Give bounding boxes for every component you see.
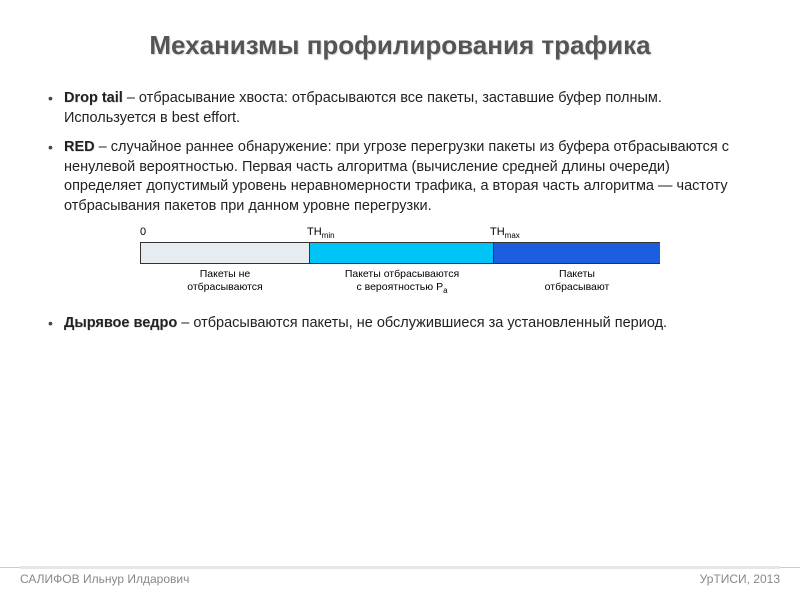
bullet-item: RED – случайное раннее обнаружение: при … bbox=[48, 138, 752, 216]
caption-line: с вероятностью P bbox=[356, 281, 443, 293]
bullet-item: Дырявое ведро – отбрасываются пакеты, не… bbox=[48, 314, 752, 334]
caption-full-drop: Пакеты отбрасывают bbox=[494, 268, 660, 295]
caption-prob-drop: Пакеты отбрасываются с вероятностью Pa bbox=[310, 268, 494, 295]
diagram-bar bbox=[140, 242, 660, 264]
label-thmax: THmax bbox=[490, 226, 520, 240]
bullet-item: Drop tail – отбрасывание хвоста: отбрасы… bbox=[48, 89, 752, 128]
bullet-term: RED bbox=[64, 139, 95, 155]
caption-line: отбрасываются bbox=[187, 281, 262, 293]
slide-footer: САЛИФОВ Ильнур Илдарович УрТИСИ, 2013 bbox=[0, 567, 800, 586]
red-diagram: 0 THmin THmax Пакеты не отбрасываются Па… bbox=[140, 226, 660, 295]
caption-no-drop: Пакеты не отбрасываются bbox=[140, 268, 310, 295]
caption-line: Пакеты не bbox=[200, 268, 251, 280]
footer-author: САЛИФОВ Ильнур Илдарович bbox=[20, 572, 189, 586]
diagram-bottom-labels: Пакеты не отбрасываются Пакеты отбрасыва… bbox=[140, 268, 660, 295]
thmin-sub: min bbox=[322, 232, 335, 241]
caption-line: Пакеты отбрасываются bbox=[345, 268, 459, 280]
bullet-text: – отбрасываются пакеты, не обслужившиеся… bbox=[177, 315, 667, 331]
thmax-prefix: TH bbox=[490, 226, 505, 238]
slide: Механизмы профилирования трафика Drop ta… bbox=[0, 0, 800, 600]
segment-full-drop bbox=[494, 243, 660, 263]
thmin-prefix: TH bbox=[307, 226, 322, 238]
caption-line: Пакеты bbox=[559, 268, 595, 280]
segment-no-drop bbox=[140, 243, 310, 263]
bullet-text: – случайное раннее обнаружение: при угро… bbox=[64, 139, 729, 214]
bullet-list: Drop tail – отбрасывание хвоста: отбрасы… bbox=[48, 89, 752, 216]
bullet-text: – отбрасывание хвоста: отбрасываются все… bbox=[64, 90, 662, 126]
footer-org: УрТИСИ, 2013 bbox=[700, 572, 780, 586]
caption-line: отбрасывают bbox=[545, 281, 610, 293]
caption-sub: a bbox=[443, 286, 447, 295]
bullet-term: Drop tail bbox=[64, 90, 123, 106]
diagram-top-labels: 0 THmin THmax bbox=[140, 226, 660, 242]
bullet-list: Дырявое ведро – отбрасываются пакеты, не… bbox=[48, 314, 752, 334]
slide-title: Механизмы профилирования трафика bbox=[48, 30, 752, 61]
segment-prob-drop bbox=[310, 243, 494, 263]
thmax-sub: max bbox=[505, 232, 520, 241]
label-thmin: THmin bbox=[307, 226, 335, 240]
label-zero: 0 bbox=[140, 226, 146, 238]
bullet-term: Дырявое ведро bbox=[64, 315, 177, 331]
